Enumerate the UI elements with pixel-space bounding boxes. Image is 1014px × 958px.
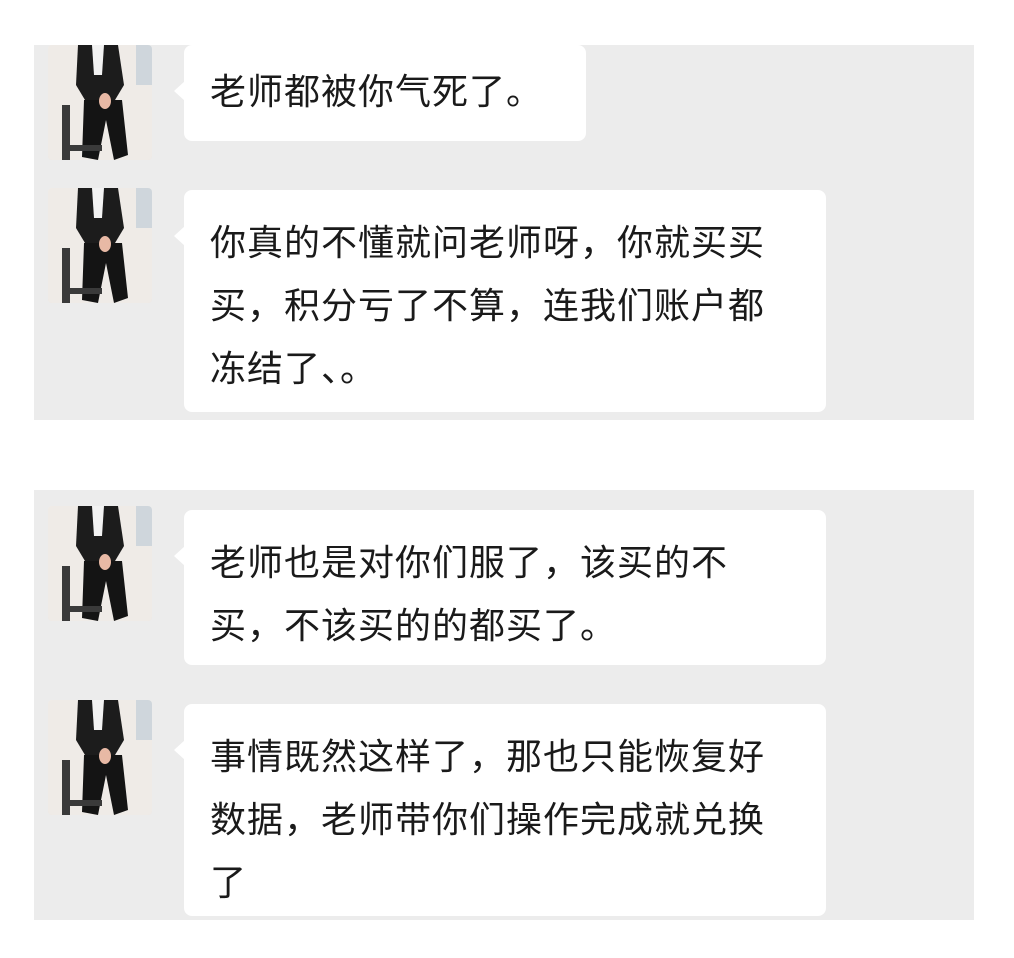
- message-text: 老师都被你气死了。: [210, 72, 544, 113]
- message-bubble[interactable]: 老师也是对你们服了，该买的不 买，不该买的的都买了。: [174, 510, 826, 665]
- message-text: 老师也是对你们服了，该买的不 买，不该买的的都买了。: [210, 543, 729, 647]
- avatar[interactable]: [48, 45, 152, 160]
- teacher-avatar-icon: [48, 506, 152, 621]
- message-bubble[interactable]: 事情既然这样了，那也只能恢复好 数据，老师带你们操作完成就兑换 了: [174, 704, 826, 916]
- chat-panel: 老师也是对你们服了，该买的不 买，不该买的的都买了。 事情既然这样了，那也只能恢…: [34, 490, 974, 920]
- teacher-avatar-icon: [48, 188, 152, 303]
- message-text: 你真的不懂就问老师呀，你就买买 买，积分亏了不算，连我们账户都 冻结了、。: [210, 223, 766, 390]
- chat-panel: 老师都被你气死了。 你真的不懂就问老师呀，你就买买 买，积分亏了不算，连我们账户…: [34, 45, 974, 420]
- message-text: 事情既然这样了，那也只能恢复好 数据，老师带你们操作完成就兑换 了: [210, 737, 766, 904]
- avatar[interactable]: [48, 506, 152, 621]
- avatar[interactable]: [48, 188, 152, 303]
- teacher-avatar-icon: [48, 700, 152, 815]
- message-bubble[interactable]: 你真的不懂就问老师呀，你就买买 买，积分亏了不算，连我们账户都 冻结了、。: [174, 190, 826, 412]
- avatar[interactable]: [48, 700, 152, 815]
- teacher-avatar-icon: [48, 45, 152, 160]
- message-bubble[interactable]: 老师都被你气死了。: [174, 45, 586, 141]
